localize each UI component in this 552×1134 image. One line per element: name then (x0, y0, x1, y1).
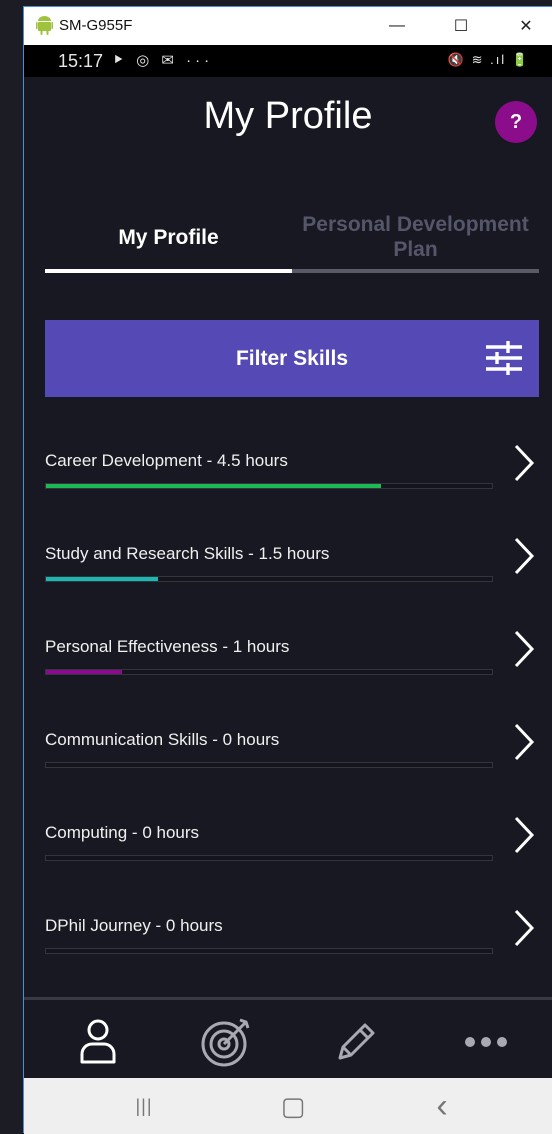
chevron-right-icon (514, 816, 535, 854)
tab-personal-development-plan[interactable]: Personal Development Plan (292, 205, 539, 269)
skill-label: Personal Effectiveness - 1 hours (45, 637, 290, 656)
chevron-right-icon (514, 630, 535, 668)
android-icon (36, 16, 53, 35)
more-icon (465, 1037, 507, 1047)
profile-tabs: My Profile Personal Development Plan (45, 205, 539, 275)
person-icon (80, 1019, 116, 1064)
system-status-icons: 🔇 ≋ .ıl 🔋 (447, 52, 530, 67)
skill-progress-bar (45, 576, 493, 582)
skill-progress-fill (46, 577, 158, 581)
window-title-bar: SM-G955F — ☐ ✕ (24, 7, 552, 45)
page-title: My Profile (203, 95, 373, 137)
tab-active-indicator (45, 269, 292, 273)
chevron-right-icon (514, 909, 535, 947)
skill-row[interactable]: DPhil Journey - 0 hours (45, 909, 539, 986)
notification-icons: ⯈ ◎ ✉ ··· (112, 52, 214, 69)
skill-progress-bar (45, 483, 493, 489)
skill-row[interactable]: Computing - 0 hours (45, 816, 539, 893)
help-button[interactable]: ? (495, 101, 537, 143)
skill-progress-fill (46, 484, 381, 488)
desktop-background (0, 0, 23, 1133)
nav-goals[interactable] (194, 1010, 258, 1074)
close-button[interactable]: ✕ (503, 7, 549, 45)
skill-progress-bar (45, 948, 493, 954)
android-navigation-bar: ||| ▢ ‹ (24, 1078, 552, 1134)
filter-skills-button[interactable]: Filter Skills (45, 320, 539, 397)
maximize-button[interactable]: ☐ (438, 7, 484, 45)
skill-progress-bar (45, 855, 493, 861)
home-button[interactable]: ▢ (273, 1086, 313, 1126)
skill-row[interactable]: Career Development - 4.5 hours (45, 444, 539, 521)
recents-button[interactable]: ||| (124, 1086, 164, 1126)
status-bar: 15:17 ⯈ ◎ ✉ ··· 🔇 ≋ .ıl 🔋 (24, 45, 552, 77)
skill-label: Career Development - 4.5 hours (45, 451, 288, 470)
target-icon (201, 1018, 250, 1067)
sliders-icon (486, 341, 522, 375)
bottom-navigation (24, 1000, 552, 1085)
status-time: 15:17 (58, 51, 104, 71)
nav-profile[interactable] (66, 1010, 130, 1074)
pencil-icon (338, 1023, 375, 1060)
nav-journal[interactable] (324, 1010, 388, 1074)
chevron-right-icon (514, 537, 535, 575)
window-title: SM-G955F (59, 17, 133, 34)
emulator-window: SM-G955F — ☐ ✕ 15:17 ⯈ ◎ ✉ ··· 🔇 ≋ .ıl 🔋… (23, 6, 552, 1134)
skill-label: DPhil Journey - 0 hours (45, 916, 223, 935)
tab-my-profile[interactable]: My Profile (45, 205, 292, 269)
chevron-right-icon (514, 444, 535, 482)
minimize-button[interactable]: — (374, 7, 420, 45)
nav-more[interactable] (454, 1010, 518, 1074)
filter-skills-label: Filter Skills (235, 346, 349, 370)
skill-progress-bar (45, 762, 493, 768)
skill-progress-fill (46, 670, 122, 674)
skill-progress-bar (45, 669, 493, 675)
back-button[interactable]: ‹ (422, 1086, 462, 1126)
skill-row[interactable]: Study and Research Skills - 1.5 hours (45, 537, 539, 614)
app-screen: My Profile ? My Profile Personal Develop… (24, 77, 552, 1085)
skill-row[interactable]: Personal Effectiveness - 1 hours (45, 630, 539, 707)
skill-label: Computing - 0 hours (45, 823, 200, 842)
skill-row[interactable]: Communication Skills - 0 hours (45, 723, 539, 800)
chevron-right-icon (514, 723, 535, 761)
skill-label: Communication Skills - 0 hours (45, 730, 280, 749)
skill-label: Study and Research Skills - 1.5 hours (45, 544, 330, 563)
